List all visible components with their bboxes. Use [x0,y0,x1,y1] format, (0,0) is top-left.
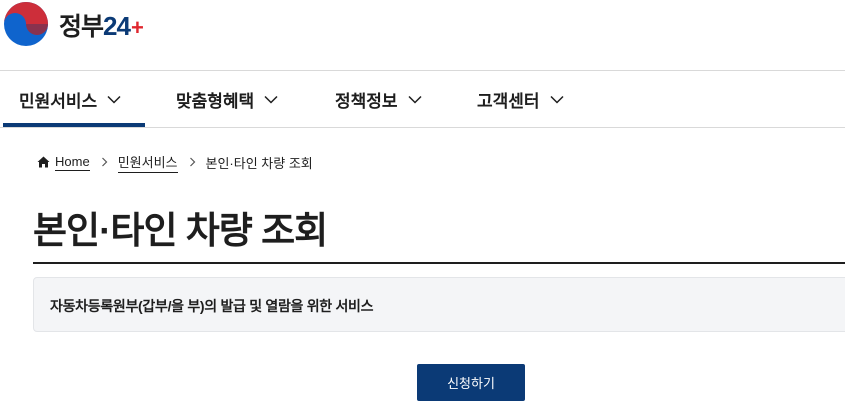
chevron-right-icon [101,157,108,167]
chevron-down-icon [408,95,422,104]
nav-item-custom-benefits[interactable]: 맞춤형혜택 [176,71,278,127]
nav-item-label: 민원서비스 [19,91,98,111]
breadcrumb-current: 본인·타인 차량 조회 [205,155,313,171]
breadcrumb: Home 민원서비스 본인·타인 차량 조회 [37,152,313,173]
breadcrumb-civil-services[interactable]: 민원서비스 [117,152,178,173]
chevron-down-icon [550,95,564,104]
nav-item-label: 고객센터 [477,91,540,111]
nav-divider [0,127,845,128]
service-description-box: 자동차등록원부(갑부/을 부)의 발급 및 열람을 위한 서비스 [33,277,845,332]
page: 정부 24 + 민원서비스 맞춤형혜택 정책정보 고객센터 Home 민원서비스… [0,0,845,411]
logo-number: 24 [103,11,131,41]
home-icon [37,156,50,168]
title-divider [33,262,845,264]
nav-item-policy-info[interactable]: 정책정보 [335,71,422,127]
gov24-logo[interactable]: 정부 24 + [3,1,144,47]
nav-item-label: 맞춤형혜택 [176,91,255,111]
nav-item-customer-center[interactable]: 고객센터 [477,71,564,127]
page-title: 본인·타인 차량 조회 [33,210,328,251]
apply-button[interactable]: 신청하기 [417,364,525,401]
site-header: 정부 24 + [0,0,845,70]
chevron-down-icon [107,95,121,104]
nav-item-label: 정책정보 [335,91,398,111]
logo-plus: + [130,15,144,40]
logo-text: 정부 [59,13,104,41]
nav-item-civil-services[interactable]: 민원서비스 [19,71,121,127]
logo-wordmark: 정부 24 + [59,7,144,43]
breadcrumb-home-link[interactable]: Home [55,154,90,171]
taegeuk-emblem-icon [4,2,48,46]
main-navigation: 민원서비스 맞춤형혜택 정책정보 고객센터 [0,71,845,127]
breadcrumb-home[interactable]: Home [37,154,90,171]
chevron-right-icon [189,157,195,167]
service-description: 자동차등록원부(갑부/을 부)의 발급 및 열람을 위한 서비스 [50,298,374,314]
chevron-down-icon [264,95,278,104]
